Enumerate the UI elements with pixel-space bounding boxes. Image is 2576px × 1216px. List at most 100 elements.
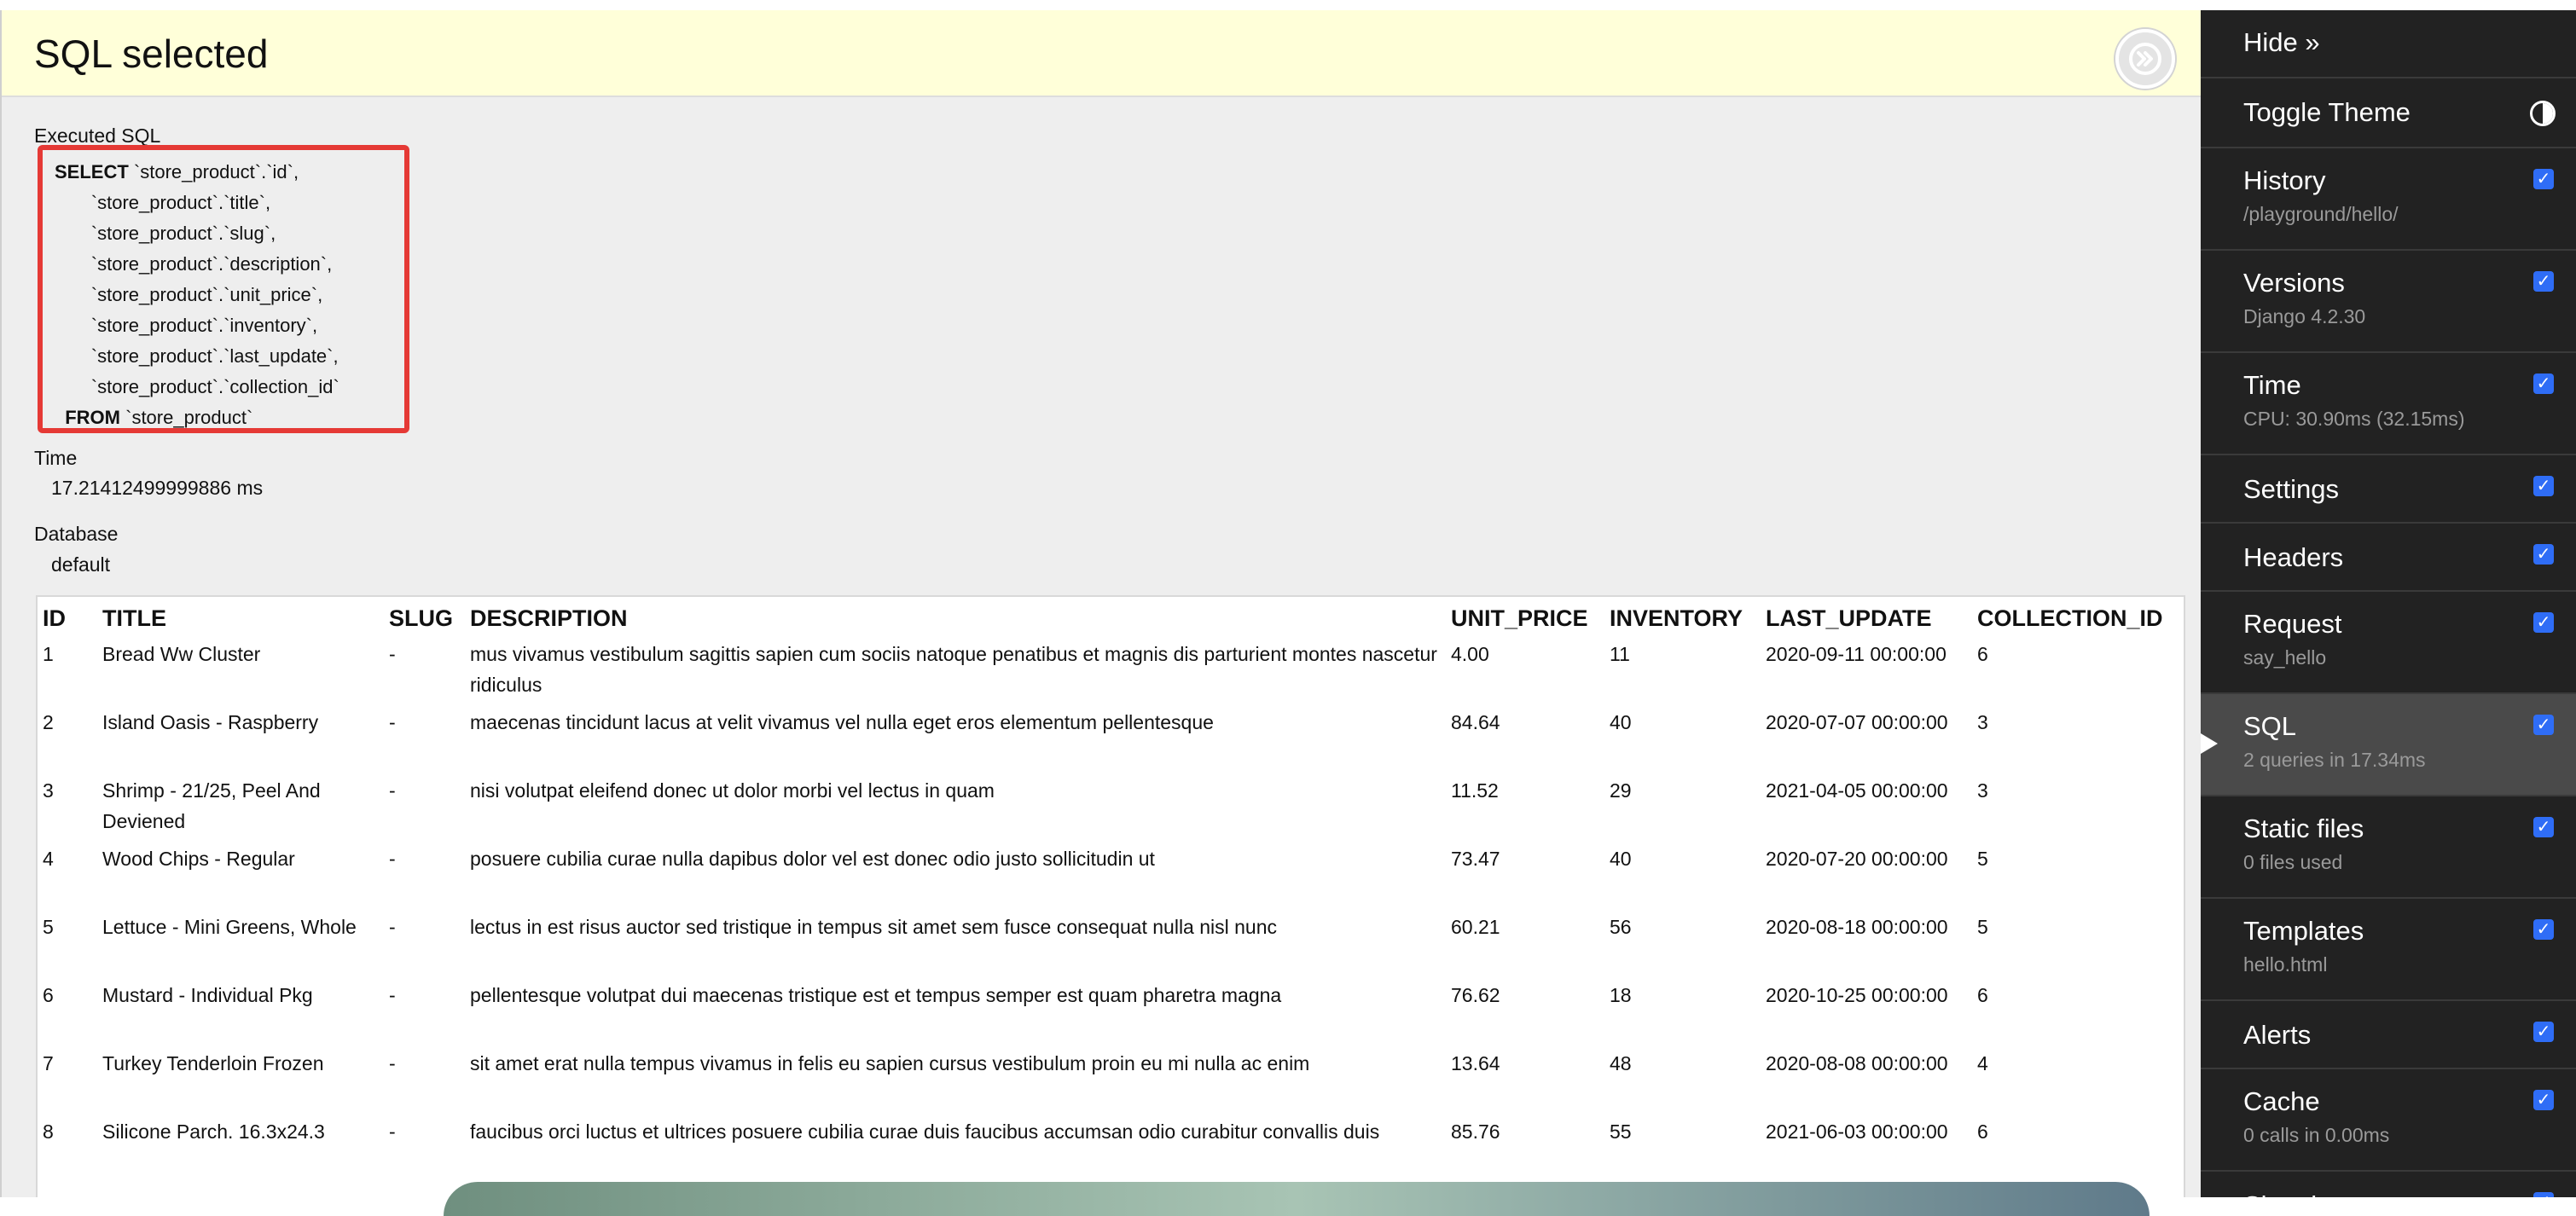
table-cell: 2020-08-08 00:00:00	[1766, 1052, 1948, 1074]
sidebar-item-title: Settings	[2243, 474, 2340, 504]
sidebar-item-static-files[interactable]: Static files 0 files used ✓	[2201, 796, 2576, 899]
table-cell: 7	[43, 1052, 54, 1074]
table-cell: 3	[1977, 711, 1988, 733]
executed-sql-block: SELECT `store_product`.`id`, `store_prod…	[38, 145, 409, 433]
column-header: ID	[43, 605, 66, 631]
table-cell: 3	[1977, 779, 1988, 802]
table-cell: 4	[1977, 1052, 1988, 1074]
table-cell: -	[389, 779, 396, 802]
sidebar-item-title: Request	[2243, 609, 2342, 639]
toggle-theme-button[interactable]: Toggle Theme	[2201, 78, 2576, 148]
table-cell: pellentesque volutpat dui maecenas trist…	[470, 984, 1282, 1006]
table-cell: 2020-08-18 00:00:00	[1766, 916, 1948, 938]
table-cell: mus vivamus vestibulum sagittis sapien c…	[470, 643, 1437, 696]
debug-toolbar-sidebar: Hide » Toggle Theme History/playground/h…	[2201, 10, 2576, 1197]
panel-enabled-checkbox[interactable]: ✓	[2533, 1192, 2554, 1197]
column-header: COLLECTION_ID	[1977, 605, 2163, 631]
panel-enabled-checkbox[interactable]: ✓	[2533, 612, 2554, 633]
sql-keyword: SELECT	[55, 161, 129, 182]
table-cell: -	[389, 916, 396, 938]
sidebar-item-subtitle: hello.html	[2243, 953, 2328, 976]
sql-text: `store_product`.`inventory`,	[55, 315, 318, 336]
panel-enabled-checkbox[interactable]: ✓	[2533, 271, 2554, 292]
panel-enabled-checkbox[interactable]: ✓	[2533, 715, 2554, 735]
sidebar-item-title: Cache	[2243, 1086, 2320, 1116]
sidebar-item-title: History	[2243, 165, 2326, 195]
table-cell: 2020-09-11 00:00:00	[1766, 643, 1947, 665]
table-row: 3 Shrimp - 21/25, Peel And Deviened - nisi …	[38, 775, 2184, 843]
double-chevron-right-icon	[2129, 43, 2161, 75]
sql-line: `store_product`.`unit_price`,	[55, 280, 339, 310]
sidebar-item-request[interactable]: Request say_hello ✓	[2201, 592, 2576, 694]
desktop-background	[444, 1182, 2150, 1216]
table-cell: 2020-10-25 00:00:00	[1766, 984, 1948, 1006]
table-cell: Island Oasis - Raspberry	[102, 711, 319, 733]
sidebar-item-subtitle: Django 4.2.30	[2243, 305, 2366, 327]
sql-text: `store_product`.`collection_id`	[55, 376, 339, 397]
table-cell: Wood Chips - Regular	[102, 848, 295, 870]
table-cell: 1	[43, 643, 54, 665]
sidebar-item-title: Time	[2243, 370, 2301, 400]
sidebar-item-subtitle: 0 files used	[2243, 851, 2343, 873]
panel-header: SQL selected	[2, 10, 2202, 97]
table-cell: 2020-07-20 00:00:00	[1766, 848, 1948, 870]
table-cell: 56	[1610, 916, 1632, 938]
sidebar-item-templates[interactable]: Templates hello.html ✓	[2201, 899, 2576, 1001]
panel-enabled-checkbox[interactable]: ✓	[2533, 169, 2554, 189]
table-cell: -	[389, 1120, 396, 1143]
sidebar-item-sql[interactable]: SQL 2 queries in 17.34ms ✓	[2201, 694, 2576, 796]
table-cell: 60.21	[1451, 916, 1500, 938]
close-panel-button[interactable]	[2115, 29, 2175, 89]
panel-enabled-checkbox[interactable]: ✓	[2533, 373, 2554, 394]
hide-toolbar-button[interactable]: Hide »	[2201, 10, 2576, 78]
table-cell: maecenas tincidunt lacus at velit vivamu…	[470, 711, 1214, 733]
sidebar-item-signals[interactable]: Signals ✓	[2201, 1172, 2576, 1197]
toggle-theme-label: Toggle Theme	[2243, 97, 2411, 127]
hide-label: Hide »	[2243, 27, 2320, 57]
table-cell: Lettuce - Mini Greens, Whole	[102, 916, 357, 938]
table-cell: lectus in est risus auctor sed tristique…	[470, 916, 1278, 938]
sidebar-item-headers[interactable]: Headers ✓	[2201, 524, 2576, 592]
table-cell: 8	[43, 1120, 54, 1143]
table-cell: 11.52	[1451, 779, 1499, 802]
table-row: 8 Silicone Parch. 16.3x24.3 - faucibus orci…	[38, 1116, 2184, 1184]
sidebar-item-subtitle: 2 queries in 17.34ms	[2243, 749, 2426, 771]
table-cell: 5	[1977, 848, 1988, 870]
panel-enabled-checkbox[interactable]: ✓	[2533, 1022, 2554, 1042]
table-cell: 5	[43, 916, 54, 938]
table-cell: nisi volutpat eleifend donec ut dolor mo…	[470, 779, 995, 802]
table-cell: 85.76	[1451, 1120, 1500, 1143]
table-cell: -	[389, 1052, 396, 1074]
sidebar-item-history[interactable]: History/playground/hello/ ✓	[2201, 148, 2576, 251]
sql-text: `store_product`.`description`,	[55, 253, 333, 275]
table-cell: 3	[43, 779, 54, 802]
panel-enabled-checkbox[interactable]: ✓	[2533, 919, 2554, 940]
panel-enabled-checkbox[interactable]: ✓	[2533, 476, 2554, 496]
panel-enabled-checkbox[interactable]: ✓	[2533, 544, 2554, 565]
sidebar-item-settings[interactable]: Settings ✓	[2201, 455, 2576, 524]
table-cell: 5	[1977, 916, 1988, 938]
sidebar-item-title: Signals	[2243, 1190, 2330, 1197]
panel-enabled-checkbox[interactable]: ✓	[2533, 817, 2554, 837]
database-label: Database	[34, 523, 119, 545]
panel-title: SQL selected	[34, 32, 269, 76]
sql-text: `store_product`.`last_update`,	[55, 345, 339, 367]
table-cell: -	[389, 984, 396, 1006]
sidebar-item-versions[interactable]: Versions Django 4.2.30 ✓	[2201, 251, 2576, 353]
sidebar-item-alerts[interactable]: Alerts ✓	[2201, 1001, 2576, 1069]
table-cell: 40	[1610, 848, 1632, 870]
table-cell: -	[389, 711, 396, 733]
sidebar-item-subtitle: CPU: 30.90ms (32.15ms)	[2243, 408, 2465, 430]
active-panel-arrow-icon	[2201, 733, 2218, 754]
panel-enabled-checkbox[interactable]: ✓	[2533, 1090, 2554, 1110]
sql-line: `store_product`.`title`,	[55, 188, 339, 218]
sidebar-item-time[interactable]: Time CPU: 30.90ms (32.15ms) ✓	[2201, 353, 2576, 455]
table-row: 2 Island Oasis - Raspberry - maecenas tinci…	[38, 707, 2184, 775]
table-cell: 2021-04-05 00:00:00	[1766, 779, 1948, 802]
column-header: TITLE	[102, 605, 166, 631]
database-value: default	[51, 553, 111, 576]
sql-text: `store_product`.`id`,	[128, 161, 299, 182]
column-header: LAST_UPDATE	[1766, 605, 1932, 631]
table-row: 5 Lettuce - Mini Greens, Whole - lectus in …	[38, 912, 2184, 980]
sidebar-item-cache[interactable]: Cache 0 calls in 0.00ms ✓	[2201, 1069, 2576, 1172]
